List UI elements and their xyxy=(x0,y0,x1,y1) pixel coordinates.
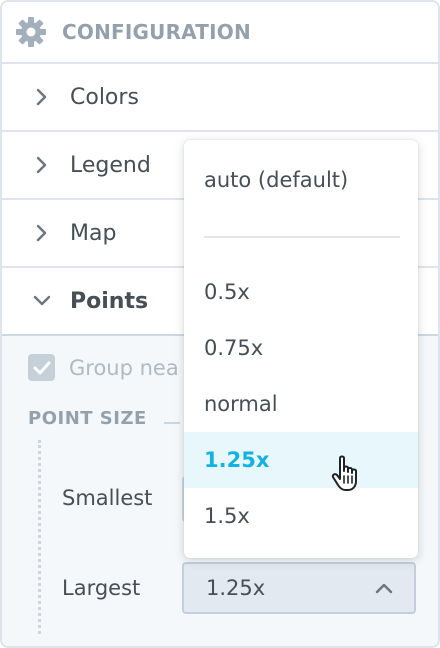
dropdown-option[interactable]: 0.75x xyxy=(184,320,418,376)
group-nearby-checkbox[interactable] xyxy=(28,354,55,381)
chevron-right-icon xyxy=(32,155,52,175)
tree-connector xyxy=(38,440,41,634)
hand-pointer-icon xyxy=(328,454,368,494)
chevron-right-icon xyxy=(32,87,52,107)
configuration-panel: CONFIGURATION Colors Legend Map Points G… xyxy=(0,0,440,648)
section-label: Legend xyxy=(70,152,151,178)
dropdown-option-selected[interactable]: 1.25x xyxy=(184,432,418,488)
group-nearby-checkbox-row[interactable]: Group nea xyxy=(28,354,179,381)
chevron-right-icon xyxy=(32,223,52,243)
chevron-up-icon xyxy=(374,578,394,598)
group-nearby-label: Group nea xyxy=(69,355,179,380)
largest-select-value: 1.25x xyxy=(206,576,266,600)
section-label: Colors xyxy=(70,84,139,110)
configuration-title: CONFIGURATION xyxy=(62,20,251,44)
dropdown-option[interactable]: 0.5x xyxy=(184,264,418,320)
dropdown-option[interactable]: normal xyxy=(184,376,418,432)
gear-icon xyxy=(14,15,48,49)
point-size-heading: POINT SIZE xyxy=(28,408,147,429)
section-label: Map xyxy=(70,220,117,246)
section-colors[interactable]: Colors xyxy=(2,64,438,132)
checkmark-icon xyxy=(33,361,50,374)
largest-label: Largest xyxy=(62,576,141,600)
section-label: Points xyxy=(70,288,149,314)
dropdown-option[interactable]: auto (default) xyxy=(184,152,418,208)
configuration-header: CONFIGURATION xyxy=(2,2,438,64)
heading-divider xyxy=(164,422,180,424)
largest-select[interactable]: 1.25x xyxy=(182,562,416,614)
point-size-dropdown-menu: auto (default) 0.5x 0.75x normal 1.25x 1… xyxy=(184,140,418,558)
dropdown-separator xyxy=(204,236,400,238)
dropdown-option[interactable]: 1.5x xyxy=(184,488,418,544)
smallest-label: Smallest xyxy=(62,486,153,510)
chevron-down-icon xyxy=(32,291,52,311)
